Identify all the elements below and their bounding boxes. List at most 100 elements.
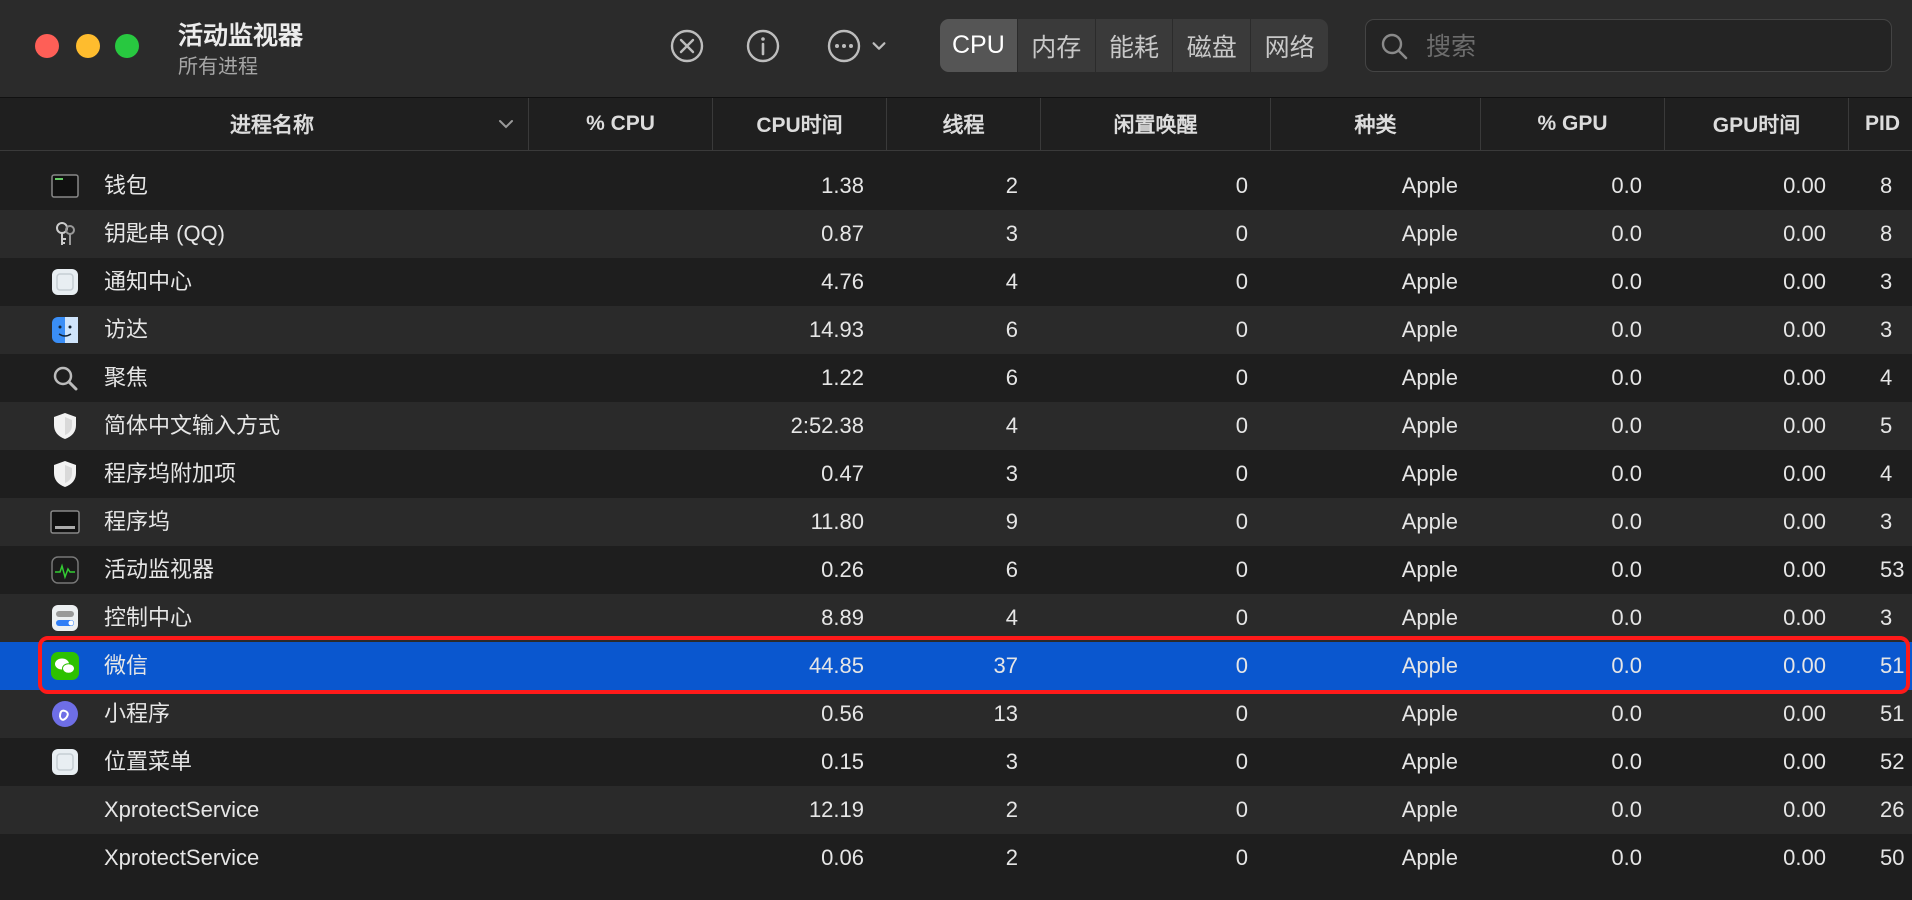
cpu-pct-cell: [528, 786, 684, 834]
table-row[interactable]: 聚焦 1.22 6 0 Apple 0.0 0.00 4: [0, 354, 1912, 402]
table-row[interactable]: XprotectService 12.19 2 0 Apple 0.0 0.00 26: [0, 786, 1912, 834]
pid-cell: 52: [1880, 749, 1905, 774]
cpu-pct-cell: [528, 210, 684, 258]
kind-cell: Apple: [1401, 701, 1458, 726]
threads-cell: 13: [993, 701, 1018, 726]
cpu-time-cell: 1.38: [821, 173, 864, 198]
kind-cell: Apple: [1401, 365, 1458, 390]
mini-program-icon: [50, 699, 80, 729]
pid-cell: 53: [1880, 557, 1905, 582]
shield-icon: [50, 411, 80, 441]
process-name-cell: 活动监视器: [104, 557, 215, 582]
table-row[interactable]: 小程序 0.56 13 0 Apple 0.0 0.00 51: [0, 690, 1912, 738]
process-name-cell: 访达: [104, 317, 149, 342]
more-actions-icon[interactable]: [822, 26, 892, 66]
gpu-pct-cell: 0.0: [1611, 317, 1642, 342]
gpu-time-cell: 0.00: [1783, 653, 1826, 678]
idle-wakeups-cell: 0: [1235, 221, 1248, 246]
pid-cell: 51: [1880, 653, 1905, 678]
table-row[interactable]: 钥匙串 (QQ) 0.87 3 0 Apple 0.0 0.00 8: [0, 210, 1912, 258]
table-row[interactable]: XprotectService 0.06 2 0 Apple 0.0 0.00 50: [0, 834, 1912, 882]
kind-cell: Apple: [1401, 509, 1458, 534]
activity-monitor-icon: [50, 555, 80, 585]
column-header-process-name[interactable]: 进程名称: [16, 98, 528, 150]
table-row[interactable]: 活动监视器 0.26 6 0 Apple 0.0 0.00 53: [0, 546, 1912, 594]
gpu-time-cell: 0.00: [1783, 365, 1826, 390]
stop-process-icon[interactable]: [667, 26, 707, 66]
search-input[interactable]: [1424, 26, 1878, 68]
shield-icon: [50, 459, 80, 489]
process-name-cell: 微信: [104, 653, 149, 678]
column-header-idle-wakeups[interactable]: 闲置唤醒: [1040, 98, 1270, 150]
process-name-cell: 控制中心: [104, 605, 193, 630]
threads-cell: 2: [1005, 797, 1018, 822]
table-row[interactable]: 简体中文输入方式 2:52.38 4 0 Apple 0.0 0.00 5: [0, 402, 1912, 450]
idle-wakeups-cell: 0: [1235, 509, 1248, 534]
pid-cell: 3: [1880, 269, 1893, 294]
kind-cell: Apple: [1401, 173, 1458, 198]
threads-cell: 6: [1005, 365, 1018, 390]
wallet-icon: [50, 171, 80, 201]
cpu-pct-cell: [528, 498, 684, 546]
info-icon[interactable]: [743, 26, 783, 66]
pid-cell: 3: [1880, 509, 1893, 534]
column-header-gpu-pct[interactable]: % GPU: [1480, 98, 1664, 150]
tab-energy[interactable]: 能耗: [1096, 19, 1174, 72]
table-row[interactable]: 位置菜单 0.15 3 0 Apple 0.0 0.00 52: [0, 738, 1912, 786]
gpu-pct-cell: 0.0: [1611, 701, 1642, 726]
minimize-window-button[interactable]: [76, 34, 100, 58]
threads-cell: 4: [1005, 413, 1018, 438]
tab-disk[interactable]: 磁盘: [1173, 19, 1252, 72]
table-row[interactable]: 控制中心 8.89 4 0 Apple 0.0 0.00 3: [0, 594, 1912, 642]
search-field[interactable]: [1365, 19, 1892, 72]
tab-cpu[interactable]: CPU: [940, 19, 1018, 72]
kind-cell: Apple: [1401, 221, 1458, 246]
sort-chevron-icon[interactable]: [498, 116, 514, 132]
kind-cell: Apple: [1401, 317, 1458, 342]
table-row[interactable]: 程序坞附加项 0.47 3 0 Apple 0.0 0.00 4: [0, 450, 1912, 498]
control-center-icon: [50, 603, 80, 633]
threads-cell: 4: [1005, 605, 1018, 630]
tab-memory[interactable]: 内存: [1018, 19, 1096, 72]
close-window-button[interactable]: [35, 34, 59, 58]
table-row[interactable]: 访达 14.93 6 0 Apple 0.0 0.00 3: [0, 306, 1912, 354]
zoom-window-button[interactable]: [115, 34, 139, 58]
column-header-cpu-time[interactable]: CPU时间: [712, 98, 886, 150]
gpu-pct-cell: 0.0: [1611, 269, 1642, 294]
column-header-kind[interactable]: 种类: [1270, 98, 1480, 150]
gpu-pct-cell: 0.0: [1611, 413, 1642, 438]
cpu-time-cell: 0.06: [821, 845, 864, 870]
table-row[interactable]: 通知中心 4.76 4 0 Apple 0.0 0.00 3: [0, 258, 1912, 306]
gpu-time-cell: 0.00: [1783, 269, 1826, 294]
kind-cell: Apple: [1401, 605, 1458, 630]
column-header-threads[interactable]: 线程: [886, 98, 1040, 150]
gpu-time-cell: 0.00: [1783, 509, 1826, 534]
gpu-pct-cell: 0.0: [1611, 605, 1642, 630]
table-row[interactable]: 钱包 1.38 2 0 Apple 0.0 0.00 8: [0, 162, 1912, 210]
idle-wakeups-cell: 0: [1235, 461, 1248, 486]
gpu-time-cell: 0.00: [1783, 317, 1826, 342]
window-title: 活动监视器: [178, 22, 304, 50]
pid-cell: 5: [1880, 413, 1893, 438]
table-row[interactable]: 微信 44.85 37 0 Apple 0.0 0.00 51: [0, 642, 1912, 690]
tab-network[interactable]: 网络: [1251, 19, 1328, 72]
kind-cell: Apple: [1401, 269, 1458, 294]
cpu-pct-cell: [528, 258, 684, 306]
window-subtitle: 所有进程: [178, 56, 258, 78]
cpu-time-cell: 0.56: [821, 701, 864, 726]
table-row[interactable]: 程序坞 11.80 9 0 Apple 0.0 0.00 3: [0, 498, 1912, 546]
kind-cell: Apple: [1401, 413, 1458, 438]
gpu-time-cell: 0.00: [1783, 173, 1826, 198]
column-header-pid[interactable]: PID: [1848, 98, 1912, 150]
column-header-cpu-pct[interactable]: % CPU: [528, 98, 712, 150]
cpu-pct-cell: [528, 354, 684, 402]
gpu-time-cell: 0.00: [1783, 413, 1826, 438]
chevron-down-icon: [872, 42, 886, 50]
process-name-cell: 钥匙串 (QQ): [104, 221, 225, 246]
process-name-cell: 位置菜单: [104, 749, 193, 774]
idle-wakeups-cell: 0: [1235, 701, 1248, 726]
threads-cell: 3: [1005, 221, 1018, 246]
keychain-icon: [50, 219, 80, 249]
gpu-pct-cell: 0.0: [1611, 653, 1642, 678]
column-header-gpu-time[interactable]: GPU时间: [1664, 98, 1848, 150]
